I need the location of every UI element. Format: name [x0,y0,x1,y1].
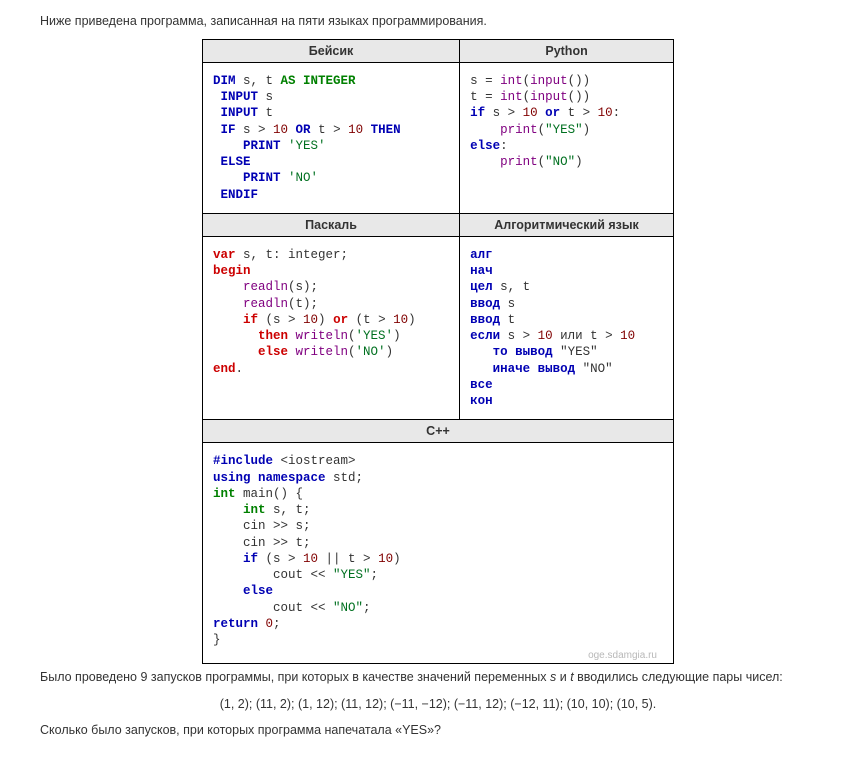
document-page: Ниже приведена программа, записанная на … [0,0,854,762]
question-text: Сколько было запусков, при которых прогр… [40,721,836,740]
watermark: oge.sdamgia.ru [213,648,663,663]
header-algo: Алгоритмический язык [460,213,674,236]
intro-text: Ниже приведена программа, записанная на … [40,12,836,31]
code-table-wrap: Бейсик Python DIM s, t AS INTEGER INPUT … [40,39,836,665]
code-pascal: var s, t: integer; begin readln(s); read… [213,247,449,377]
header-basic: Бейсик [203,39,460,62]
cell-cpp: #include <iostream> using namespace std;… [203,443,674,664]
input-pairs: (1, 2); (11, 2); (1, 12); (11, 12); (−11… [40,697,836,711]
cell-basic: DIM s, t AS INTEGER INPUT s INPUT t IF s… [203,62,460,213]
code-basic: DIM s, t AS INTEGER INPUT s INPUT t IF s… [213,73,449,203]
header-python: Python [460,39,674,62]
code-table: Бейсик Python DIM s, t AS INTEGER INPUT … [202,39,674,665]
cell-algo: алг нач цел s, t ввод s ввод t если s > … [460,236,674,420]
header-cpp: С++ [203,420,674,443]
code-algo: алг нач цел s, t ввод s ввод t если s > … [470,247,663,410]
header-pascal: Паскаль [203,213,460,236]
code-cpp: #include <iostream> using namespace std;… [213,453,663,648]
cell-pascal: var s, t: integer; begin readln(s); read… [203,236,460,420]
code-python: s = int(input()) t = int(input()) if s >… [470,73,663,171]
paragraph-runs: Было проведено 9 запусков программы, при… [40,668,836,687]
cell-python: s = int(input()) t = int(input()) if s >… [460,62,674,213]
